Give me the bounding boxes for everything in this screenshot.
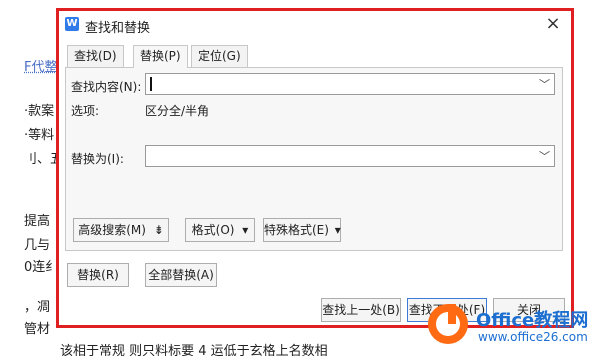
tab-find[interactable]: 查找(D) — [67, 45, 124, 67]
format-label: 格式(O) — [191, 223, 235, 237]
doc-line: ·等料 — [24, 128, 55, 143]
tab-replace[interactable]: 替换(P) — [133, 45, 188, 68]
replace-label: 替换为(I): — [71, 152, 124, 166]
find-input[interactable]: ﹀ — [145, 73, 555, 95]
close-icon[interactable]: × — [543, 13, 563, 34]
options-label: 选项: — [71, 104, 100, 118]
dialog-titlebar[interactable]: W 查找和替换 × — [59, 11, 571, 39]
doc-bottom-line: 该相于常规 则只料标要 4 运低于玄格上名数相 — [60, 344, 328, 356]
dropdown-arrow-icon: ▾ — [334, 223, 341, 237]
watermark-url: www.office26.com — [478, 330, 588, 344]
options-value: 区分全/半角 — [145, 104, 210, 118]
advanced-search-button[interactable]: 高级搜索(M) ⇟ — [73, 218, 169, 242]
replace-all-button[interactable]: 全部替换(A) — [145, 263, 217, 287]
find-previous-button[interactable]: 查找上一处(B) — [321, 298, 401, 322]
wps-writer-icon: W — [65, 17, 79, 31]
double-chevron-down-icon: ⇟ — [153, 223, 164, 237]
chevron-down-icon[interactable]: ﹀ — [539, 76, 550, 92]
replace-input[interactable]: ﹀ — [145, 145, 555, 167]
watermark: Office教程网 www.office26.com — [424, 300, 591, 356]
format-button[interactable]: 格式(O) ▾ — [185, 218, 255, 242]
replace-button[interactable]: 替换(R) — [67, 263, 129, 287]
special-format-button[interactable]: 特殊格式(E) ▾ — [263, 218, 341, 242]
watermark-brand: Office教程网 — [476, 310, 589, 331]
doc-line: ·款案 — [24, 104, 55, 119]
tab-goto[interactable]: 定位(G) — [191, 45, 248, 67]
chevron-down-icon[interactable]: ﹀ — [539, 148, 550, 164]
doc-line: 提高 — [24, 214, 51, 229]
find-replace-dialog: W 查找和替换 × 查找(D) 替换(P) 定位(G) 查找内容(N): ﹀ 选… — [56, 8, 574, 328]
doc-line: 0连纟 — [24, 260, 59, 275]
doc-line: 管材 — [24, 322, 51, 337]
special-format-label: 特殊格式(E) — [264, 223, 329, 237]
text-caret — [150, 77, 152, 91]
doc-line: ，凋 — [24, 300, 51, 315]
find-label: 查找内容(N): — [71, 80, 142, 94]
office-logo-icon — [428, 304, 468, 344]
dialog-title: 查找和替换 — [85, 21, 151, 36]
dropdown-arrow-icon: ▾ — [242, 223, 249, 237]
doc-line-link[interactable]: F代整 — [24, 56, 57, 75]
advanced-search-label: 高级搜索(M) — [78, 223, 146, 237]
doc-line: 几与 — [24, 238, 51, 253]
